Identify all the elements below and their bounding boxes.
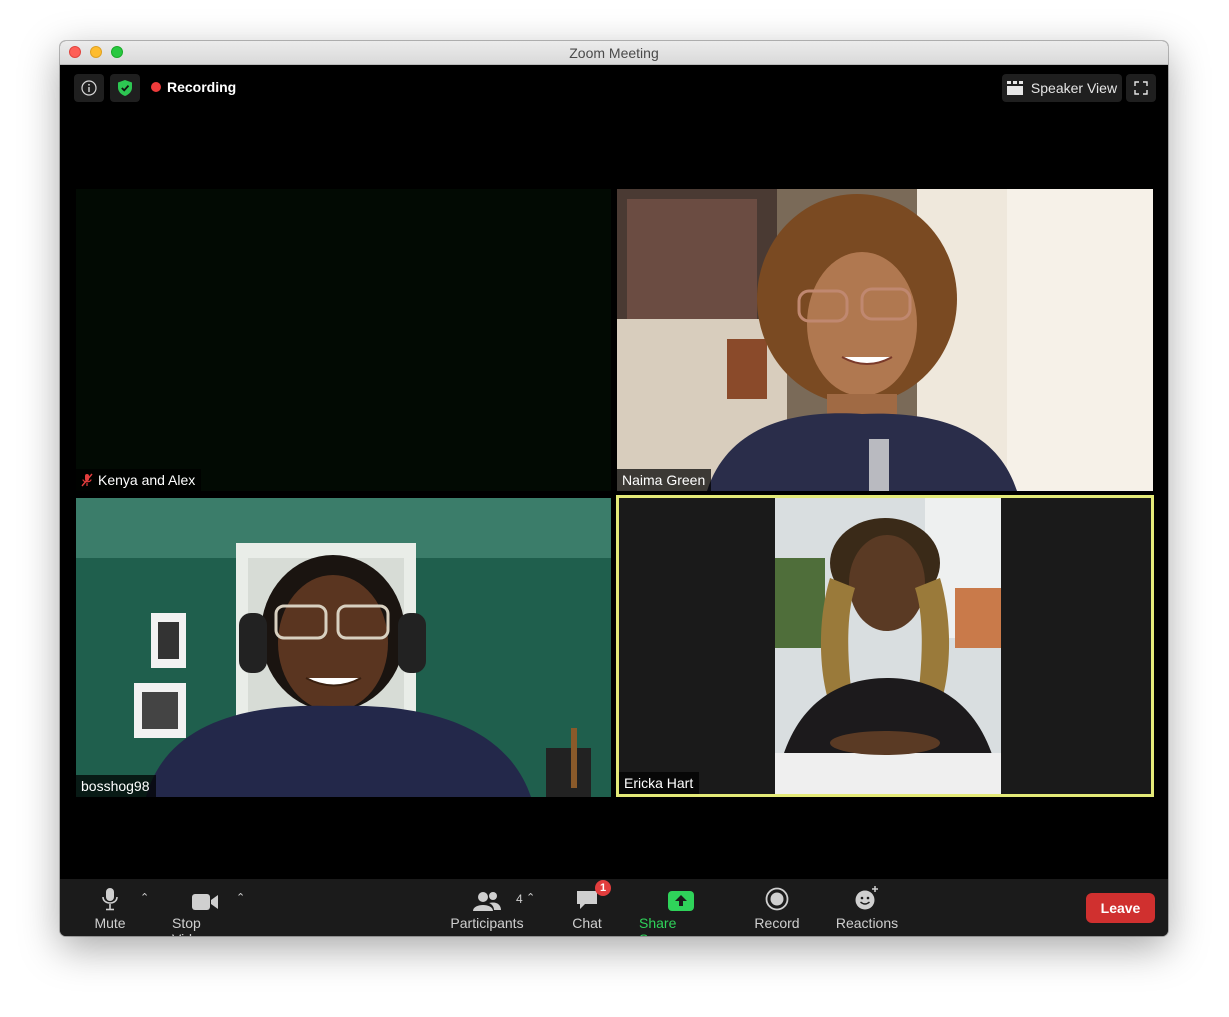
record-icon (765, 887, 789, 911)
participant-tile-bosshog98[interactable]: bosshog98 (76, 498, 611, 797)
mute-label: Mute (94, 915, 126, 931)
muted-mic-icon (81, 473, 93, 487)
participants-button[interactable]: 4 Participants (450, 885, 524, 931)
audio-options-chevron-up-icon[interactable]: ⌃ (140, 891, 149, 904)
participant-tile-ericka-hart[interactable]: Ericka Hart (616, 495, 1154, 797)
participant-name-label: Ericka Hart (619, 772, 700, 794)
share-screen-label: Share Screen (639, 915, 683, 936)
participant-video-feed (775, 498, 1001, 794)
gallery-grid-icon (1006, 81, 1023, 95)
mute-button[interactable]: Mute (94, 885, 126, 931)
info-icon (81, 80, 97, 96)
shield-check-icon (118, 80, 132, 96)
leave-button[interactable]: Leave (1086, 893, 1155, 923)
participant-name-label: Naima Green (617, 469, 712, 491)
participant-name: Naima Green (622, 472, 706, 488)
record-label: Record (754, 915, 800, 931)
video-camera-icon (192, 894, 218, 910)
participant-name: Kenya and Alex (98, 472, 196, 488)
recording-label: Recording (167, 79, 237, 95)
stop-video-button[interactable]: Stop Video (172, 885, 238, 936)
participants-icon (473, 892, 501, 911)
share-screen-icon (668, 891, 694, 911)
fullscreen-button[interactable] (1126, 74, 1156, 102)
participant-name-label: Kenya and Alex (76, 469, 202, 491)
share-screen-button[interactable]: Share Screen (639, 885, 723, 936)
participants-options-chevron-up-icon[interactable]: ⌃ (526, 891, 535, 904)
participant-tile-naima-green[interactable]: Naima Green (617, 189, 1153, 491)
video-options-chevron-up-icon[interactable]: ⌃ (236, 891, 245, 904)
chat-button[interactable]: 1 Chat (571, 880, 611, 931)
participants-count: 4 (516, 892, 523, 906)
zoom-window: Zoom Meeting Recording Speaker View Keny… (60, 41, 1168, 936)
speaker-view-button[interactable]: Speaker View (1002, 74, 1122, 102)
participant-name: bosshog98 (81, 778, 150, 794)
reactions-label: Reactions (835, 915, 899, 931)
security-status-button[interactable] (110, 74, 140, 102)
chat-label: Chat (572, 915, 602, 931)
record-button[interactable]: Record (754, 885, 800, 931)
participant-video-feed (76, 498, 611, 797)
microphone-icon (102, 888, 118, 911)
reactions-smiley-icon (855, 886, 878, 910)
participant-name-label: bosshog98 (76, 775, 156, 797)
participant-name: Ericka Hart (624, 775, 694, 791)
fullscreen-icon (1134, 81, 1148, 95)
recording-indicator[interactable]: Recording (151, 79, 236, 95)
reactions-button[interactable]: Reactions (836, 885, 898, 931)
title-bar: Zoom Meeting (60, 41, 1168, 65)
recording-dot-icon (151, 82, 161, 92)
meeting-toolbar: Mute ⌃ Stop Video ⌃ 4 (60, 879, 1168, 936)
meeting-info-button[interactable] (74, 74, 104, 102)
chat-unread-badge: 1 (595, 880, 611, 896)
view-label: Speaker View (1030, 80, 1118, 96)
window-title: Zoom Meeting (569, 45, 659, 61)
participant-tile-kenya-and-alex[interactable]: Kenya and Alex (76, 189, 611, 491)
participant-video-feed (617, 189, 1153, 491)
participants-label: Participants (450, 915, 524, 931)
stop-video-label: Stop Video (172, 915, 208, 936)
